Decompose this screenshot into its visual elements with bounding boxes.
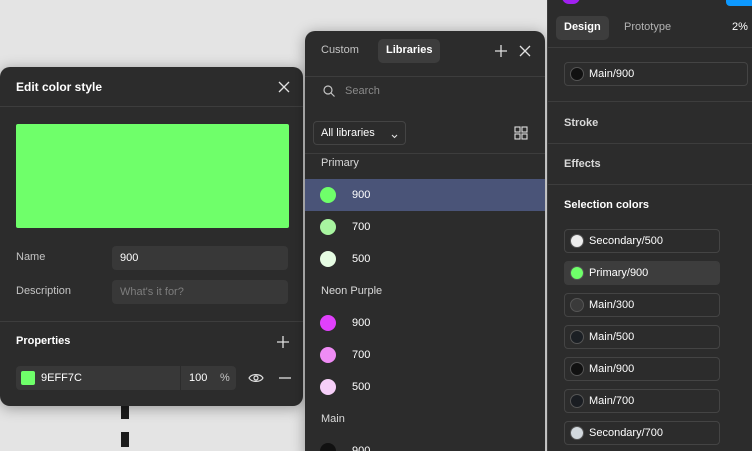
color-dot [570, 330, 584, 344]
edit-color-style-panel: Edit color style Name 900 Description Wh… [0, 67, 303, 406]
description-label: Description [16, 285, 72, 297]
color-dot [320, 315, 336, 331]
color-item-primary-700[interactable]: 700 [305, 211, 545, 243]
name-field[interactable]: 900 [112, 246, 288, 270]
color-item-label: 500 [352, 253, 371, 265]
color-dot [320, 443, 336, 451]
eye-icon[interactable] [248, 371, 264, 385]
selection-color-label: Main/900 [589, 363, 635, 375]
add-property-button[interactable] [276, 335, 290, 349]
group-label-main: Main [321, 413, 345, 425]
color-dot [320, 379, 336, 395]
selection-color-label: Secondary/700 [589, 427, 663, 439]
share-button[interactable] [726, 0, 752, 6]
divider [548, 47, 752, 48]
name-label: Name [16, 251, 46, 263]
close-icon[interactable] [277, 80, 291, 94]
library-filter-dropdown[interactable]: All libraries [313, 121, 406, 145]
selection-color-label: Primary/900 [589, 267, 649, 279]
divider [548, 101, 752, 102]
opacity-value[interactable]: 100 [189, 372, 207, 384]
color-item-label: 700 [352, 221, 371, 233]
divider [548, 184, 752, 185]
selection-color-label: Main/500 [589, 331, 635, 343]
design-sidebar: Design Prototype 2% Main/900 Stroke Effe… [547, 0, 752, 451]
tab-custom[interactable]: Custom [313, 39, 367, 63]
percent-sign: % [220, 372, 230, 384]
color-item-label: 900 [352, 189, 371, 201]
add-style-button[interactable] [494, 44, 508, 58]
color-dot [320, 187, 336, 203]
selection-color-main-300[interactable]: Main/300 [564, 293, 720, 317]
avatar[interactable] [562, 0, 580, 4]
color-libraries-panel: Custom Libraries Search All libraries Pr… [305, 31, 545, 451]
color-dot [570, 266, 584, 280]
divider [548, 143, 752, 144]
selection-color-label: Secondary/500 [589, 235, 663, 247]
selection-color-main-700[interactable]: Main/700 [564, 389, 720, 413]
color-item-label: 900 [352, 317, 371, 329]
selection-color-secondary-700[interactable]: Secondary/700 [564, 421, 720, 445]
color-dot [570, 298, 584, 312]
color-dot [570, 362, 584, 376]
search-row [305, 76, 545, 106]
library-filter-value: All libraries [321, 127, 375, 139]
close-icon[interactable] [518, 44, 532, 58]
color-dot [320, 251, 336, 267]
color-preview-swatch [16, 124, 289, 228]
color-item-main-900[interactable]: 900 [305, 435, 545, 451]
color-dot [570, 67, 584, 81]
fill-style-pill[interactable]: Main/900 [564, 62, 748, 86]
fill-color-chip[interactable] [21, 371, 35, 385]
effects-section-title[interactable]: Effects [564, 158, 601, 170]
description-field[interactable]: What's it for? [112, 280, 288, 304]
tab-prototype[interactable]: Prototype [616, 16, 679, 40]
search-icon [322, 84, 336, 98]
selection-color-secondary-500[interactable]: Secondary/500 [564, 229, 720, 253]
group-label-neon-purple: Neon Purple [321, 285, 383, 297]
chevron-down-icon [391, 130, 398, 142]
color-dot [320, 219, 336, 235]
color-dot [570, 234, 584, 248]
edit-panel-header: Edit color style [0, 67, 303, 107]
color-item-label: 500 [352, 381, 371, 393]
remove-property-button[interactable] [278, 371, 292, 385]
color-dot [570, 426, 584, 440]
divider [0, 321, 303, 322]
selection-color-main-900[interactable]: Main/900 [564, 357, 720, 381]
search-input[interactable]: Search [345, 85, 380, 97]
properties-title: Properties [16, 335, 71, 347]
tab-design[interactable]: Design [556, 16, 609, 40]
color-item-label: 700 [352, 349, 371, 361]
color-item-primary-900[interactable]: 900 [305, 179, 545, 211]
color-dot [320, 347, 336, 363]
selection-color-primary-900[interactable]: Primary/900 [564, 261, 720, 285]
color-item-neon-purple-900[interactable]: 900 [305, 307, 545, 339]
hex-value[interactable]: 9EFF7C [41, 372, 82, 384]
grid-view-icon[interactable] [514, 126, 528, 140]
color-item-primary-500[interactable]: 500 [305, 243, 545, 275]
fill-style-label: Main/900 [589, 68, 635, 80]
canvas-frame-fragment[interactable] [121, 432, 129, 447]
color-item-neon-purple-700[interactable]: 700 [305, 339, 545, 371]
group-label-primary: Primary [321, 157, 359, 169]
divider [305, 153, 545, 154]
canvas-frame-fragment[interactable] [121, 404, 129, 419]
fill-property-row[interactable]: 9EFF7C 100 % [16, 366, 236, 390]
selection-color-main-500[interactable]: Main/500 [564, 325, 720, 349]
color-item-neon-purple-500[interactable]: 500 [305, 371, 545, 403]
color-item-label: 900 [352, 445, 371, 451]
tab-libraries[interactable]: Libraries [378, 39, 441, 63]
edit-panel-title: Edit color style [16, 80, 103, 94]
color-dot [570, 394, 584, 408]
selection-colors-title: Selection colors [564, 199, 649, 211]
zoom-level[interactable]: 2% [732, 21, 748, 33]
selection-color-label: Main/300 [589, 299, 635, 311]
divider [180, 366, 181, 390]
selection-color-label: Main/700 [589, 395, 635, 407]
stroke-section-title[interactable]: Stroke [564, 117, 598, 129]
